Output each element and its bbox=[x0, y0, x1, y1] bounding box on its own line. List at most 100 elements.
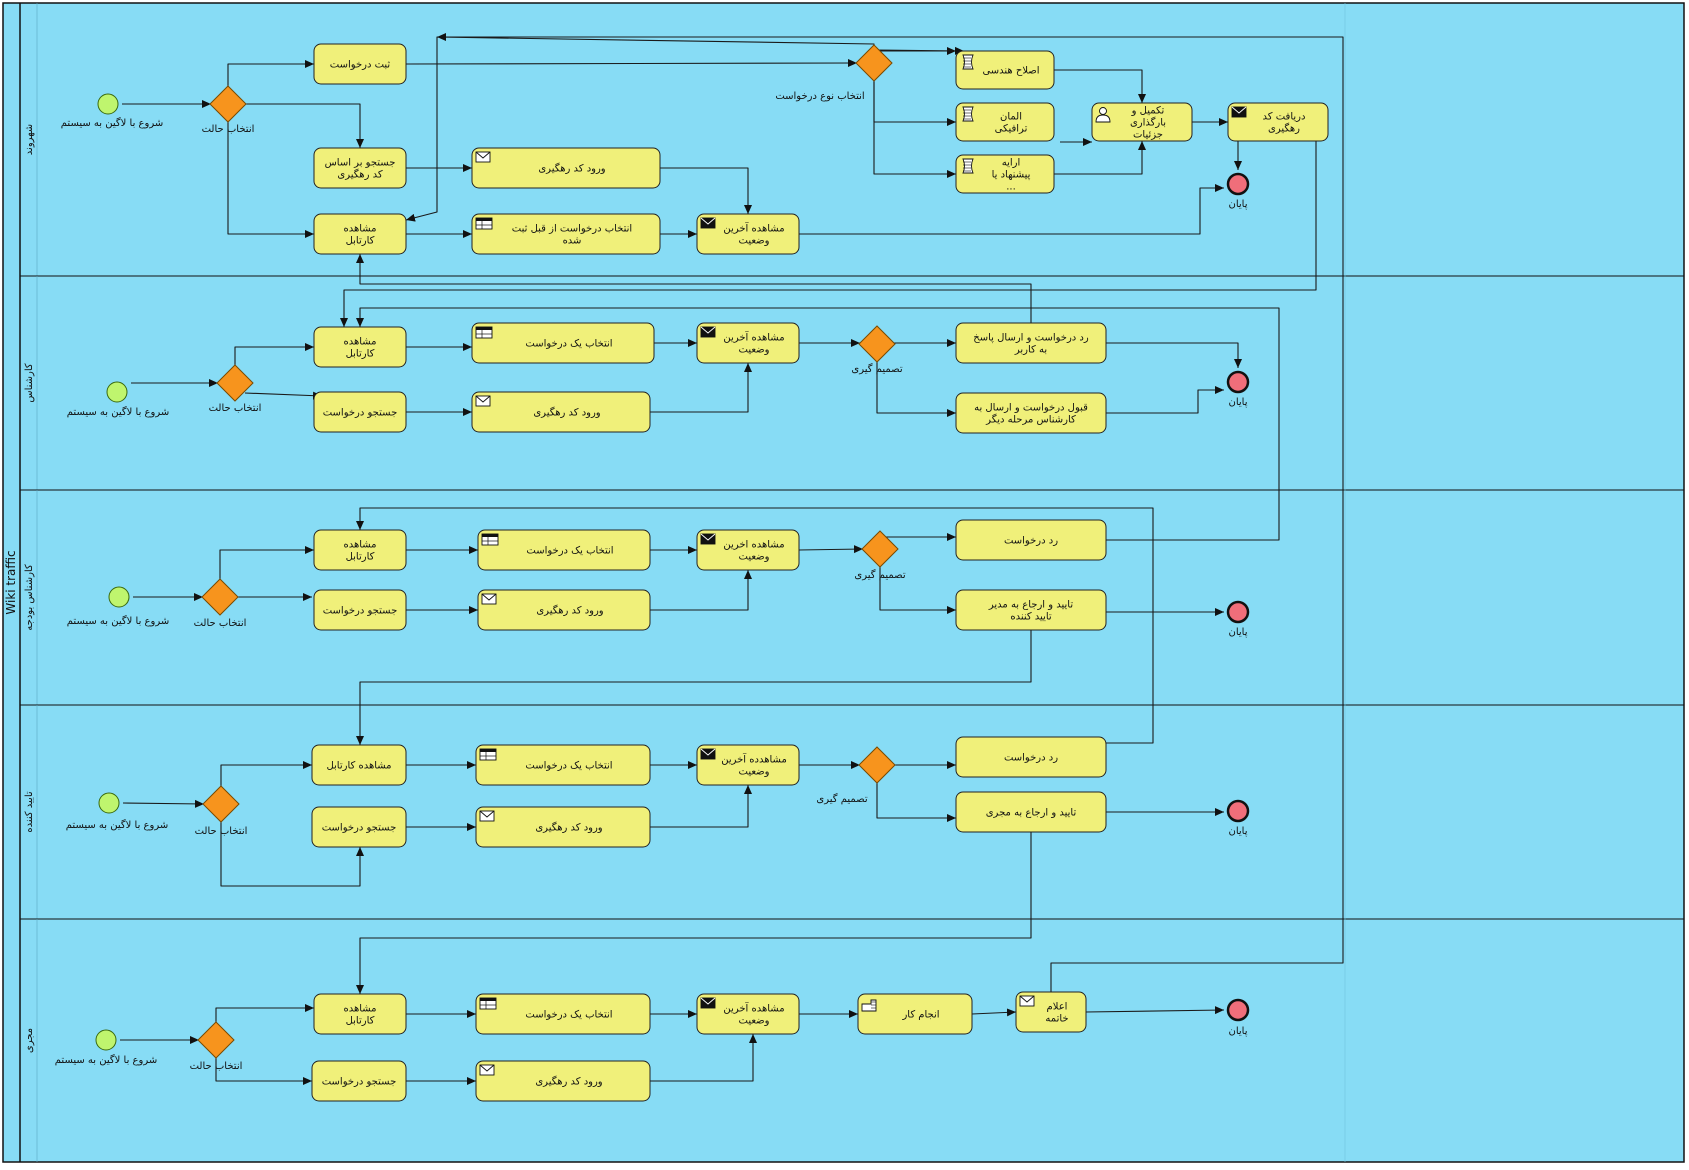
gateway-label: انتخاب حالت bbox=[194, 618, 247, 629]
end-event[interactable] bbox=[1226, 370, 1250, 394]
node-t2e[interactable]: مشاهده آخرین وضعیت bbox=[696, 322, 800, 364]
node-t4d[interactable]: ورود کد رهگیری bbox=[475, 806, 651, 848]
task-label: قبول درخواست و ارسال به کارشناس مرحله دیگ… bbox=[974, 403, 1088, 426]
end-event-label: پایان bbox=[1228, 199, 1247, 210]
node-t3a[interactable]: مشاهده کارتابل bbox=[313, 529, 407, 571]
node-t1a[interactable]: ثبت درخواست bbox=[313, 43, 407, 85]
task-label-line: رهگیری bbox=[1268, 123, 1300, 135]
node-t4g[interactable]: تایید و ارجاع به مجری bbox=[955, 791, 1107, 833]
node-t2g[interactable]: قبول درخواست و ارسال به کارشناس مرحله دیگ… bbox=[955, 392, 1107, 434]
task-label-line: مشاهده آخرین bbox=[723, 1002, 784, 1015]
task-label-line: کد رهگیری bbox=[337, 169, 382, 181]
task-label-line: رد درخواست و ارسال پاسخ bbox=[973, 333, 1089, 344]
start-event-label: شروع با لاگین به سیستم bbox=[67, 406, 169, 418]
end-event[interactable] bbox=[1226, 172, 1250, 196]
node-t1h[interactable]: المان ترافیکی bbox=[955, 102, 1055, 142]
node-t4b[interactable]: جستجو درخواست bbox=[311, 806, 407, 848]
node-t1k[interactable]: دریافت کد رهگیری bbox=[1227, 102, 1329, 142]
table-icon bbox=[475, 326, 493, 339]
node-t5a[interactable]: مشاهده کارتابل bbox=[313, 993, 407, 1035]
node-t1f[interactable]: مشاهده آخرین وضعیت bbox=[696, 213, 800, 255]
task-label-line: انتخاب درخواست از قبل ثبت bbox=[512, 224, 632, 235]
task-label-line: مشاهده اخرین bbox=[723, 540, 784, 551]
bpmn-diagram: Wiki traffic شهروند کارشناس کارشناس بودجه تا… bbox=[0, 0, 1689, 1166]
node-t2b[interactable]: جستجو درخواست bbox=[313, 391, 407, 433]
gateway-label: انتخاب حالت bbox=[195, 826, 248, 837]
task-label: دریافت کد رهگیری bbox=[1263, 112, 1306, 135]
node-t3e[interactable]: مشاهده اخرین وضعیت bbox=[696, 529, 800, 571]
node-e4[interactable]: پایان bbox=[1226, 799, 1250, 837]
task-label-line: جستجو بر اساس bbox=[325, 158, 396, 169]
task-label: تایید و ارجاع به مجری bbox=[986, 808, 1077, 819]
node-t4e[interactable]: مشاهدده آخرین وضعیت bbox=[696, 744, 800, 786]
task-label-line: وضعیت bbox=[739, 345, 770, 356]
end-event[interactable] bbox=[1226, 998, 1250, 1022]
task-label: جستجو درخواست bbox=[322, 823, 397, 834]
node-t2d[interactable]: ورود کد رهگیری bbox=[471, 391, 651, 433]
node-t3g[interactable]: تایید و ارجاع به مدیر تایید کننده bbox=[955, 589, 1107, 631]
node-t3f[interactable]: رد درخواست bbox=[955, 519, 1107, 561]
envelope-icon bbox=[475, 395, 491, 407]
node-t5e[interactable]: مشاهده آخرین وضعیت bbox=[696, 993, 800, 1035]
node-e2[interactable]: پایان bbox=[1226, 370, 1250, 408]
end-event[interactable] bbox=[1226, 600, 1250, 624]
envelope-icon bbox=[1019, 995, 1035, 1007]
task-label-line: ارایه bbox=[1002, 158, 1021, 169]
task-label: جستجو درخواست bbox=[322, 1077, 397, 1088]
node-e5[interactable]: پایان bbox=[1226, 998, 1250, 1037]
task-label-line: کارتابل bbox=[346, 552, 375, 563]
task-label: ورود کد رهگیری bbox=[538, 163, 605, 175]
task-label-line: دریافت کد bbox=[1263, 112, 1306, 123]
table-icon bbox=[479, 997, 497, 1010]
pool: Wiki traffic bbox=[2, 2, 1685, 1163]
start-event[interactable] bbox=[98, 792, 120, 814]
envelope-icon bbox=[475, 151, 491, 163]
task-label: ورود کد رهگیری bbox=[533, 407, 600, 419]
table-icon bbox=[481, 533, 499, 546]
node-t4f[interactable]: رد درخواست bbox=[955, 736, 1107, 778]
lane-label: مجری bbox=[24, 1028, 35, 1053]
node-t5c[interactable]: انتخاب یک درخواست bbox=[475, 993, 651, 1035]
node-t1i[interactable]: ارایه پیشنهاد یا... bbox=[955, 154, 1055, 194]
node-t3d[interactable]: ورود کد رهگیری bbox=[477, 589, 651, 631]
start-event[interactable] bbox=[108, 586, 130, 608]
lane-label: شهروند bbox=[24, 124, 35, 155]
end-event[interactable] bbox=[1226, 799, 1250, 823]
node-t1d[interactable]: ورود کد رهگیری bbox=[471, 147, 661, 189]
start-event-label: شروع با لاگین به سیستم bbox=[55, 1054, 157, 1066]
node-t2c[interactable]: انتخاب یک درخواست bbox=[471, 322, 655, 364]
node-t5g[interactable]: اعلام خاتمه bbox=[1015, 991, 1087, 1033]
task-label: رد درخواست bbox=[1004, 536, 1058, 547]
task-label-line: وضعیت bbox=[739, 1016, 770, 1027]
task-label: اصلاح هندسی bbox=[982, 66, 1039, 77]
start-event-label: شروع با لاگین به سیستم bbox=[66, 819, 168, 831]
node-t1g[interactable]: اصلاح هندسی bbox=[955, 50, 1055, 90]
pool-background bbox=[2, 2, 1685, 1163]
script-icon bbox=[962, 158, 974, 174]
node-t2f[interactable]: رد درخواست و ارسال پاسخ به کاربر bbox=[955, 322, 1107, 364]
gateway-label: انتخاب حالت bbox=[190, 1061, 243, 1072]
node-t2a[interactable]: مشاهده کارتابل bbox=[313, 326, 407, 368]
node-t1b[interactable]: جستجو بر اساس کد رهگیری bbox=[313, 147, 407, 189]
task-label: انتخاب یک درخواست bbox=[525, 761, 612, 772]
node-t5d[interactable]: ورود کد رهگیری bbox=[475, 1060, 651, 1102]
node-t5f[interactable]: انجام کار bbox=[857, 993, 973, 1035]
node-t3c[interactable]: انتخاب یک درخواست bbox=[477, 529, 651, 571]
task-label-line: کارتابل bbox=[346, 349, 375, 360]
node-t1e[interactable]: انتخاب درخواست از قبل ثبت شده bbox=[471, 213, 661, 255]
node-t1c[interactable]: مشاهده کارتابل bbox=[313, 213, 407, 255]
node-t5b[interactable]: جستجو درخواست bbox=[311, 1060, 407, 1102]
node-e3[interactable]: پایان bbox=[1226, 600, 1250, 638]
task-label-line: قبول درخواست و ارسال به bbox=[974, 403, 1088, 414]
node-t4c[interactable]: انتخاب یک درخواست bbox=[475, 744, 651, 786]
start-event[interactable] bbox=[106, 381, 128, 403]
start-event[interactable] bbox=[95, 1029, 117, 1051]
node-e1[interactable]: پایان bbox=[1226, 172, 1250, 210]
start-event[interactable] bbox=[97, 93, 119, 115]
node-t3b[interactable]: جستجو درخواست bbox=[313, 589, 407, 631]
node-t1j[interactable]: تکمیل و بارگذاری جزئیات bbox=[1091, 102, 1193, 142]
task-label: ثبت درخواست bbox=[330, 60, 391, 71]
task-label-line: تایید کننده bbox=[1010, 612, 1052, 623]
envelope-filled-icon bbox=[700, 997, 716, 1009]
node-t4a[interactable]: مشاهده کارتابل bbox=[311, 744, 407, 786]
